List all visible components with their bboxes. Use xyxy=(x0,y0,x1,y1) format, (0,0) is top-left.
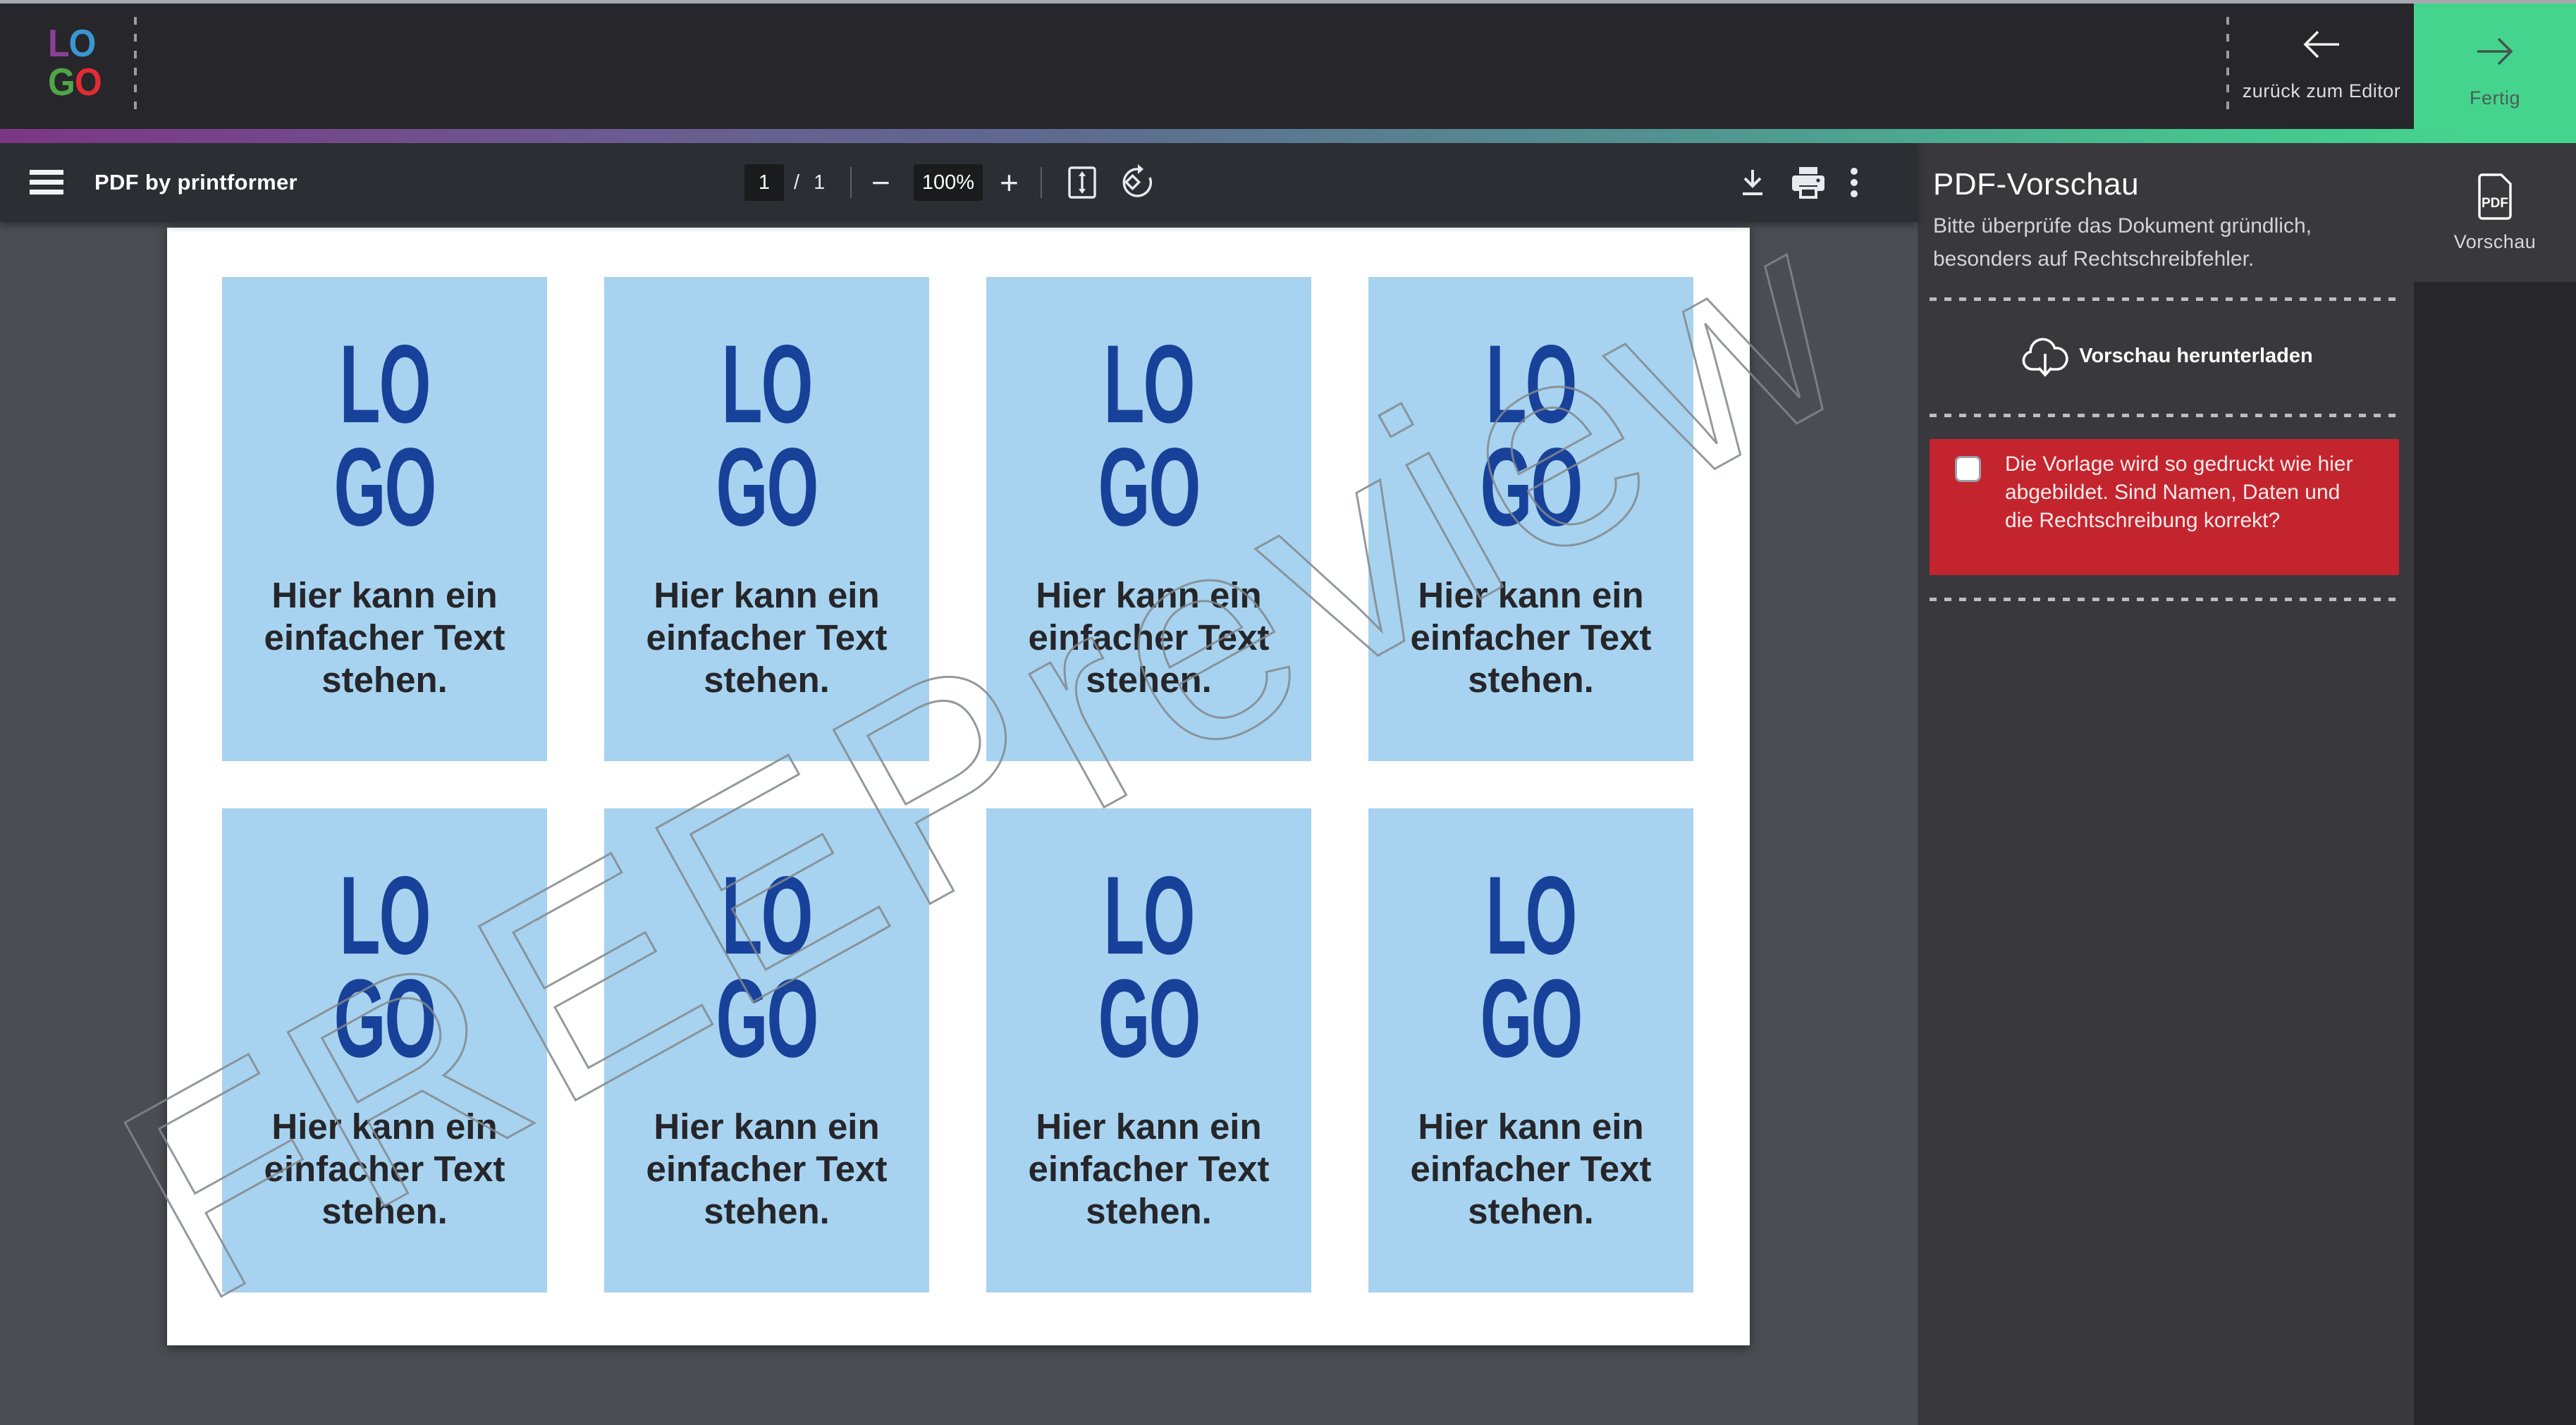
label-card: LOGO Hier kann ein einfacher Text stehen. xyxy=(222,277,547,761)
rotate-button[interactable] xyxy=(1120,143,1156,222)
card-logo: LOGO xyxy=(604,865,929,1071)
card-text: Hier kann ein einfacher Text stehen. xyxy=(254,1106,515,1233)
card-grid: LOGO Hier kann ein einfacher Text stehen.… xyxy=(222,277,1693,1293)
card-logo: LOGO xyxy=(222,333,547,539)
app-logo-line1: LO xyxy=(48,24,102,63)
done-label: Fertig xyxy=(2470,87,2520,109)
zoom-level-value[interactable]: 100% xyxy=(914,164,983,201)
card-text: Hier kann ein einfacher Text stehen. xyxy=(1019,1106,1280,1233)
zoom-out-button[interactable]: − xyxy=(871,143,890,222)
back-to-editor-label: zurück zum Editor xyxy=(2243,80,2401,102)
confirmation-alert: Die Vorlage wird so gedruckt wie hier ab… xyxy=(1930,439,2399,575)
app-logo-line2: GO xyxy=(48,63,102,101)
label-card: LOGO Hier kann ein einfacher Text stehen. xyxy=(986,808,1311,1293)
zoom-in-button[interactable]: + xyxy=(1000,143,1019,222)
pdf-viewer-canvas: LOGO Hier kann ein einfacher Text stehen.… xyxy=(0,222,1918,1425)
fit-to-page-button[interactable] xyxy=(1065,143,1100,222)
card-text: Hier kann ein einfacher Text stehen. xyxy=(1019,574,1280,701)
logo-letter: L xyxy=(48,22,69,66)
card-logo: LOGO xyxy=(222,865,547,1071)
card-logo: LOGO xyxy=(1368,865,1693,1071)
label-card: LOGO Hier kann ein einfacher Text stehen. xyxy=(986,277,1311,761)
card-text: Hier kann ein einfacher Text stehen. xyxy=(1401,1106,1662,1233)
pdf-viewer-toolbar: PDF by printformer 1 / 1 − 100% + xyxy=(0,143,1918,222)
window-top-edge xyxy=(0,0,2576,4)
sidebar-divider xyxy=(1930,414,2400,417)
card-logo: LOGO xyxy=(986,333,1311,539)
tab-vorschau-label: Vorschau xyxy=(2454,231,2537,253)
page-count-label: / 1 xyxy=(794,143,829,222)
card-logo: LOGO xyxy=(986,865,1311,1071)
label-card: LOGO Hier kann ein einfacher Text stehen. xyxy=(604,277,929,761)
card-text: Hier kann ein einfacher Text stehen. xyxy=(637,574,897,701)
download-button[interactable] xyxy=(1736,143,1770,222)
logo-letter: O xyxy=(69,22,96,66)
sidebar-tabstrip: PDF Vorschau xyxy=(2414,143,2576,1425)
confirm-checkbox[interactable] xyxy=(1955,456,1981,482)
card-text: Hier kann ein einfacher Text stehen. xyxy=(637,1106,897,1233)
logo-letter: O xyxy=(75,61,102,104)
label-card: LOGO Hier kann ein einfacher Text stehen. xyxy=(1368,277,1693,761)
label-card: LOGO Hier kann ein einfacher Text stehen. xyxy=(222,808,547,1293)
label-card: LOGO Hier kann ein einfacher Text stehen. xyxy=(604,808,929,1293)
tab-vorschau[interactable]: PDF Vorschau xyxy=(2414,143,2576,282)
print-icon xyxy=(1791,166,1826,199)
done-button[interactable]: Fertig xyxy=(2414,0,2576,143)
page-number-input[interactable]: 1 xyxy=(744,164,784,201)
hamburger-icon xyxy=(30,170,63,195)
arrow-left-icon xyxy=(2301,27,2342,62)
app-header: LO GO zurück zum Editor Fertig xyxy=(0,0,2576,129)
sidebar-subtitle: Bitte überprüfe das Dokument gründlich, … xyxy=(1933,209,2381,276)
card-logo: LOGO xyxy=(1368,333,1693,539)
kebab-menu-icon xyxy=(1850,166,1858,199)
logo-letter: G xyxy=(48,61,75,104)
sidebar-divider xyxy=(1930,297,2400,301)
toolbar-separator xyxy=(850,167,852,198)
download-icon xyxy=(1736,166,1770,199)
download-preview-button[interactable]: Vorschau herunterladen xyxy=(1918,323,2414,388)
sidebar-title: PDF-Vorschau xyxy=(1933,167,2139,202)
download-preview-label: Vorschau herunterladen xyxy=(2079,345,2312,368)
menu-button[interactable] xyxy=(30,143,63,222)
preview-sidebar: PDF-Vorschau Bitte überprüfe das Dokumen… xyxy=(1918,143,2414,1425)
cloud-download-icon xyxy=(2018,333,2072,379)
app-logo: LO GO xyxy=(48,24,102,101)
accent-gradient-bar xyxy=(0,129,2576,143)
more-options-button[interactable] xyxy=(1850,143,1858,222)
card-text: Hier kann ein einfacher Text stehen. xyxy=(1401,574,1662,701)
card-logo: LOGO xyxy=(604,333,929,539)
rotate-icon xyxy=(1120,164,1156,201)
pdf-file-icon: PDF xyxy=(2475,172,2515,221)
app-window: LO GO zurück zum Editor Fertig xyxy=(0,0,2576,1425)
back-to-editor-button[interactable]: zurück zum Editor xyxy=(2229,0,2414,129)
arrow-right-icon xyxy=(2474,34,2515,69)
sidebar-divider xyxy=(1930,598,2400,601)
document-title: PDF by printformer xyxy=(94,143,298,222)
label-card: LOGO Hier kann ein einfacher Text stehen. xyxy=(1368,808,1693,1293)
print-button[interactable] xyxy=(1791,143,1826,222)
pdf-page: LOGO Hier kann ein einfacher Text stehen.… xyxy=(167,228,1750,1345)
header-divider-left xyxy=(134,17,137,116)
svg-text:PDF: PDF xyxy=(2482,196,2508,211)
card-text: Hier kann ein einfacher Text stehen. xyxy=(254,574,515,701)
toolbar-separator xyxy=(1041,167,1042,198)
confirmation-alert-text: Die Vorlage wird so gedruckt wie hier ab… xyxy=(2005,450,2372,535)
fit-page-icon xyxy=(1065,165,1100,200)
